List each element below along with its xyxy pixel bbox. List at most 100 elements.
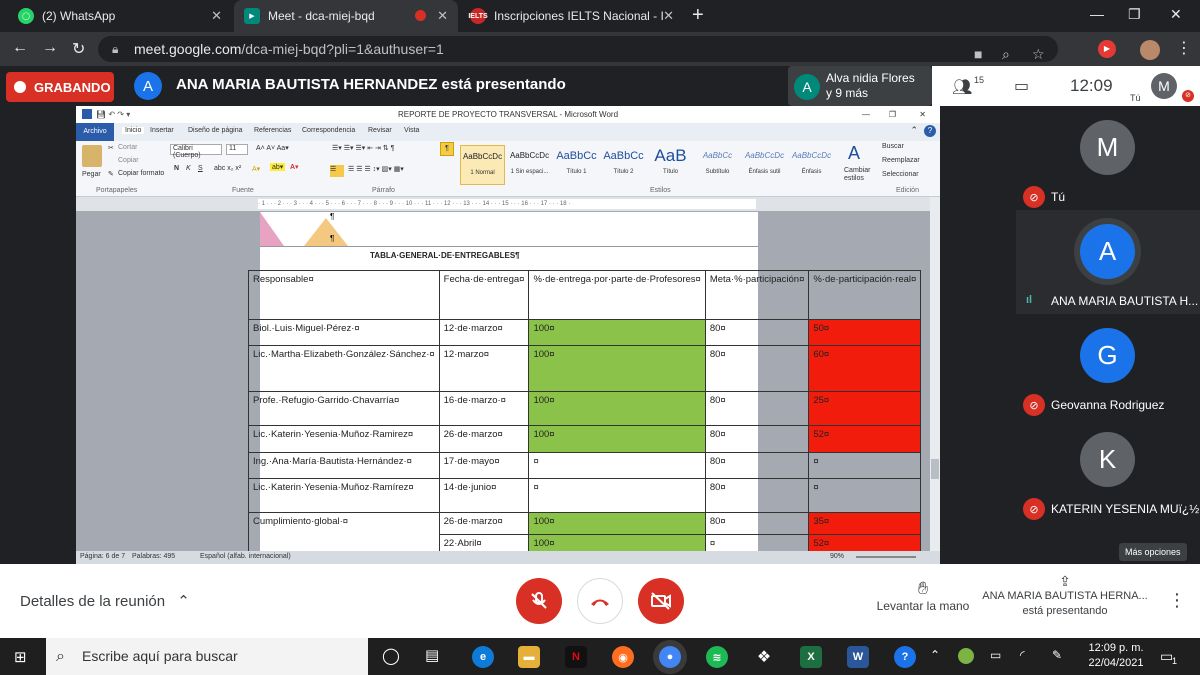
- more-options-icon[interactable]: ⋮: [1168, 590, 1186, 611]
- paste-button[interactable]: Pegar: [82, 171, 101, 178]
- format-painter-icon[interactable]: ✎: [108, 170, 114, 178]
- url-field[interactable]: 🔒︎ meet.google.com/dca-miej-bqd?pli=1&au…: [98, 36, 1058, 62]
- close-tab-icon[interactable]: ✕: [211, 8, 222, 24]
- new-tab-icon[interactable]: +: [692, 4, 704, 27]
- word-taskbar-icon[interactable]: W: [847, 646, 869, 668]
- font-size-select[interactable]: 11: [226, 144, 248, 155]
- cortana-icon[interactable]: ◯: [382, 646, 400, 666]
- taskbar-search[interactable]: ⌕ Escribe aquí para buscar: [46, 638, 368, 675]
- style-gallery-item[interactable]: AaBbCcDc Énfasis sutil: [742, 145, 787, 185]
- browser-menu-icon[interactable]: ⋮: [1176, 38, 1192, 58]
- style-gallery-item[interactable]: AaBbCc Título 1: [554, 145, 599, 185]
- select-button[interactable]: Seleccionar: [882, 171, 919, 178]
- netflix-icon[interactable]: N: [565, 646, 587, 668]
- help-icon[interactable]: ?: [924, 125, 936, 137]
- style-gallery-item[interactable]: AaBbCc Título 2: [601, 145, 646, 185]
- mic-toggle-button[interactable]: [516, 578, 562, 624]
- participant-tile[interactable]: K ⊘ KATERIN YESENIA MUï¿½...: [1016, 418, 1200, 522]
- edge-icon[interactable]: e: [472, 646, 494, 668]
- windows-start-icon[interactable]: ⊞: [14, 648, 27, 666]
- file-explorer-icon[interactable]: ▬: [518, 646, 540, 668]
- maximize-icon[interactable]: ❐: [1128, 6, 1141, 23]
- paste-icon[interactable]: [82, 145, 102, 167]
- replace-button[interactable]: Reemplazar: [882, 157, 920, 164]
- font-name-select[interactable]: Calibri (Cuerpo): [170, 144, 222, 159]
- excel-icon[interactable]: X: [800, 646, 822, 668]
- reload-icon[interactable]: ↻: [72, 39, 85, 59]
- style-gallery-item[interactable]: AaBbCcDc 1 Normal: [460, 145, 505, 185]
- show-marks-icon[interactable]: ¶: [440, 142, 454, 156]
- tray-chevron-icon[interactable]: ⌃: [930, 648, 940, 662]
- cut-icon[interactable]: ✂: [108, 144, 114, 152]
- style-gallery-item[interactable]: AaBbCc Subtítulo: [695, 145, 740, 185]
- participant-tile[interactable]: G ⊘ Geovanna Rodriguez: [1016, 314, 1200, 418]
- strike-sub-super-icon[interactable]: abc x₂ x²: [214, 165, 241, 172]
- participant-card[interactable]: A Alva nidia Flores y 9 más: [788, 66, 932, 106]
- grow-shrink-font-icon[interactable]: A˄ A˅ Aa▾: [256, 144, 289, 152]
- zoom-icon[interactable]: ⌕: [1002, 41, 1010, 67]
- spotify-icon[interactable]: ≋: [706, 646, 728, 668]
- tab-diseno[interactable]: Diseño de página: [188, 127, 243, 134]
- tab-vista[interactable]: Vista: [404, 127, 419, 134]
- find-button[interactable]: Buscar: [882, 143, 904, 150]
- task-view-icon[interactable]: ▤: [425, 646, 439, 664]
- participant-tile-self[interactable]: M ⊘ Tú: [1016, 106, 1200, 210]
- tab-referencias[interactable]: Referencias: [254, 127, 291, 134]
- dropbox-icon[interactable]: ❖: [753, 646, 775, 668]
- highlight-icon[interactable]: ab▾: [270, 163, 286, 171]
- pen-icon[interactable]: ✎: [1052, 648, 1062, 662]
- participant-tile-presenter[interactable]: A ıl ANA MARIA BAUTISTA H...: [1016, 210, 1200, 314]
- tab-meet[interactable]: ▶ Meet - dca-miej-bqd ✕: [234, 0, 458, 32]
- people-icon[interactable]: 👥︎: [952, 77, 972, 97]
- chrome-icon[interactable]: ●: [659, 646, 681, 668]
- close-tab-icon[interactable]: ✕: [437, 8, 448, 24]
- wifi-icon[interactable]: ◜: [1020, 648, 1025, 662]
- tab-correspondencia[interactable]: Correspondencia: [302, 127, 355, 134]
- align-icons[interactable]: ☰ ☰ ☰ ↕▾ ▨▾ ▦▾: [348, 165, 404, 173]
- tab-insertar[interactable]: Insertar: [150, 127, 174, 134]
- tab-whatsapp[interactable]: ◯ (2) WhatsApp ✕: [8, 0, 232, 32]
- extension-icon[interactable]: ▶: [1098, 40, 1116, 58]
- back-icon[interactable]: ←: [12, 39, 28, 57]
- forward-icon[interactable]: →: [42, 39, 58, 57]
- camera-icon[interactable]: ■: [974, 41, 982, 67]
- presenting-info[interactable]: ⇪ ANA MARIA BAUTISTA HERNA... está prese…: [980, 574, 1150, 619]
- style-gallery-item[interactable]: AaBbCcDc Énfasis: [789, 145, 834, 185]
- word-close-icon[interactable]: ✕: [919, 106, 926, 123]
- list-icons[interactable]: ☰▾ ☰▾ ☰▾ ⇤ ⇥ ⇅ ¶: [332, 144, 394, 152]
- close-window-icon[interactable]: ✕: [1170, 6, 1182, 23]
- bookmark-star-icon[interactable]: ☆: [1032, 41, 1045, 67]
- scroll-thumb[interactable]: [931, 459, 939, 479]
- camera-toggle-button[interactable]: [638, 578, 684, 624]
- chat-icon[interactable]: ▭: [1014, 76, 1029, 96]
- tab-archivo[interactable]: Archivo: [76, 123, 114, 141]
- meeting-details-button[interactable]: Detalles de la reunión ⌃: [20, 592, 190, 610]
- leave-call-button[interactable]: [577, 578, 623, 624]
- word-maximize-icon[interactable]: ❐: [889, 106, 896, 123]
- profile-avatar[interactable]: [1140, 40, 1160, 60]
- vertical-scrollbar[interactable]: [930, 197, 940, 551]
- font-color-icon[interactable]: A▾: [290, 163, 299, 171]
- bold-icon[interactable]: N: [174, 165, 179, 172]
- underline-icon[interactable]: S: [198, 165, 203, 172]
- copy-button[interactable]: Copiar: [118, 157, 139, 164]
- ribbon-collapse-icon[interactable]: ⌃: [910, 125, 918, 136]
- cut-button[interactable]: Cortar: [118, 144, 137, 151]
- format-painter-button[interactable]: Copiar formato: [118, 170, 164, 177]
- align-left-icon[interactable]: ☰: [330, 165, 344, 177]
- quick-access-icons[interactable]: 💾︎ ↶ ↷ ▾: [96, 106, 130, 123]
- battery-icon[interactable]: ▭: [990, 648, 1001, 662]
- self-avatar[interactable]: M: [1151, 73, 1177, 99]
- minimize-icon[interactable]: —: [1090, 6, 1104, 22]
- close-tab-icon[interactable]: ✕: [663, 8, 674, 24]
- zoom-slider[interactable]: [856, 556, 916, 558]
- firefox-icon[interactable]: ◉: [612, 646, 634, 668]
- style-gallery-item[interactable]: AaBbCcDc 1 Sin espaci...: [507, 145, 552, 185]
- raise-hand-button[interactable]: ✋︎ Levantar la mano: [870, 578, 976, 613]
- taskbar-clock[interactable]: 12:09 p. m. 22/04/2021: [1084, 641, 1148, 671]
- style-gallery-item[interactable]: AaB Título: [648, 145, 693, 185]
- tab-ielts[interactable]: IELTS Inscripciones IELTS Nacional - IEL…: [460, 0, 684, 32]
- tab-revisar[interactable]: Revisar: [368, 127, 392, 134]
- tab-inicio[interactable]: Inicio: [122, 127, 145, 134]
- change-styles-button[interactable]: Cambiar estilos: [844, 167, 874, 183]
